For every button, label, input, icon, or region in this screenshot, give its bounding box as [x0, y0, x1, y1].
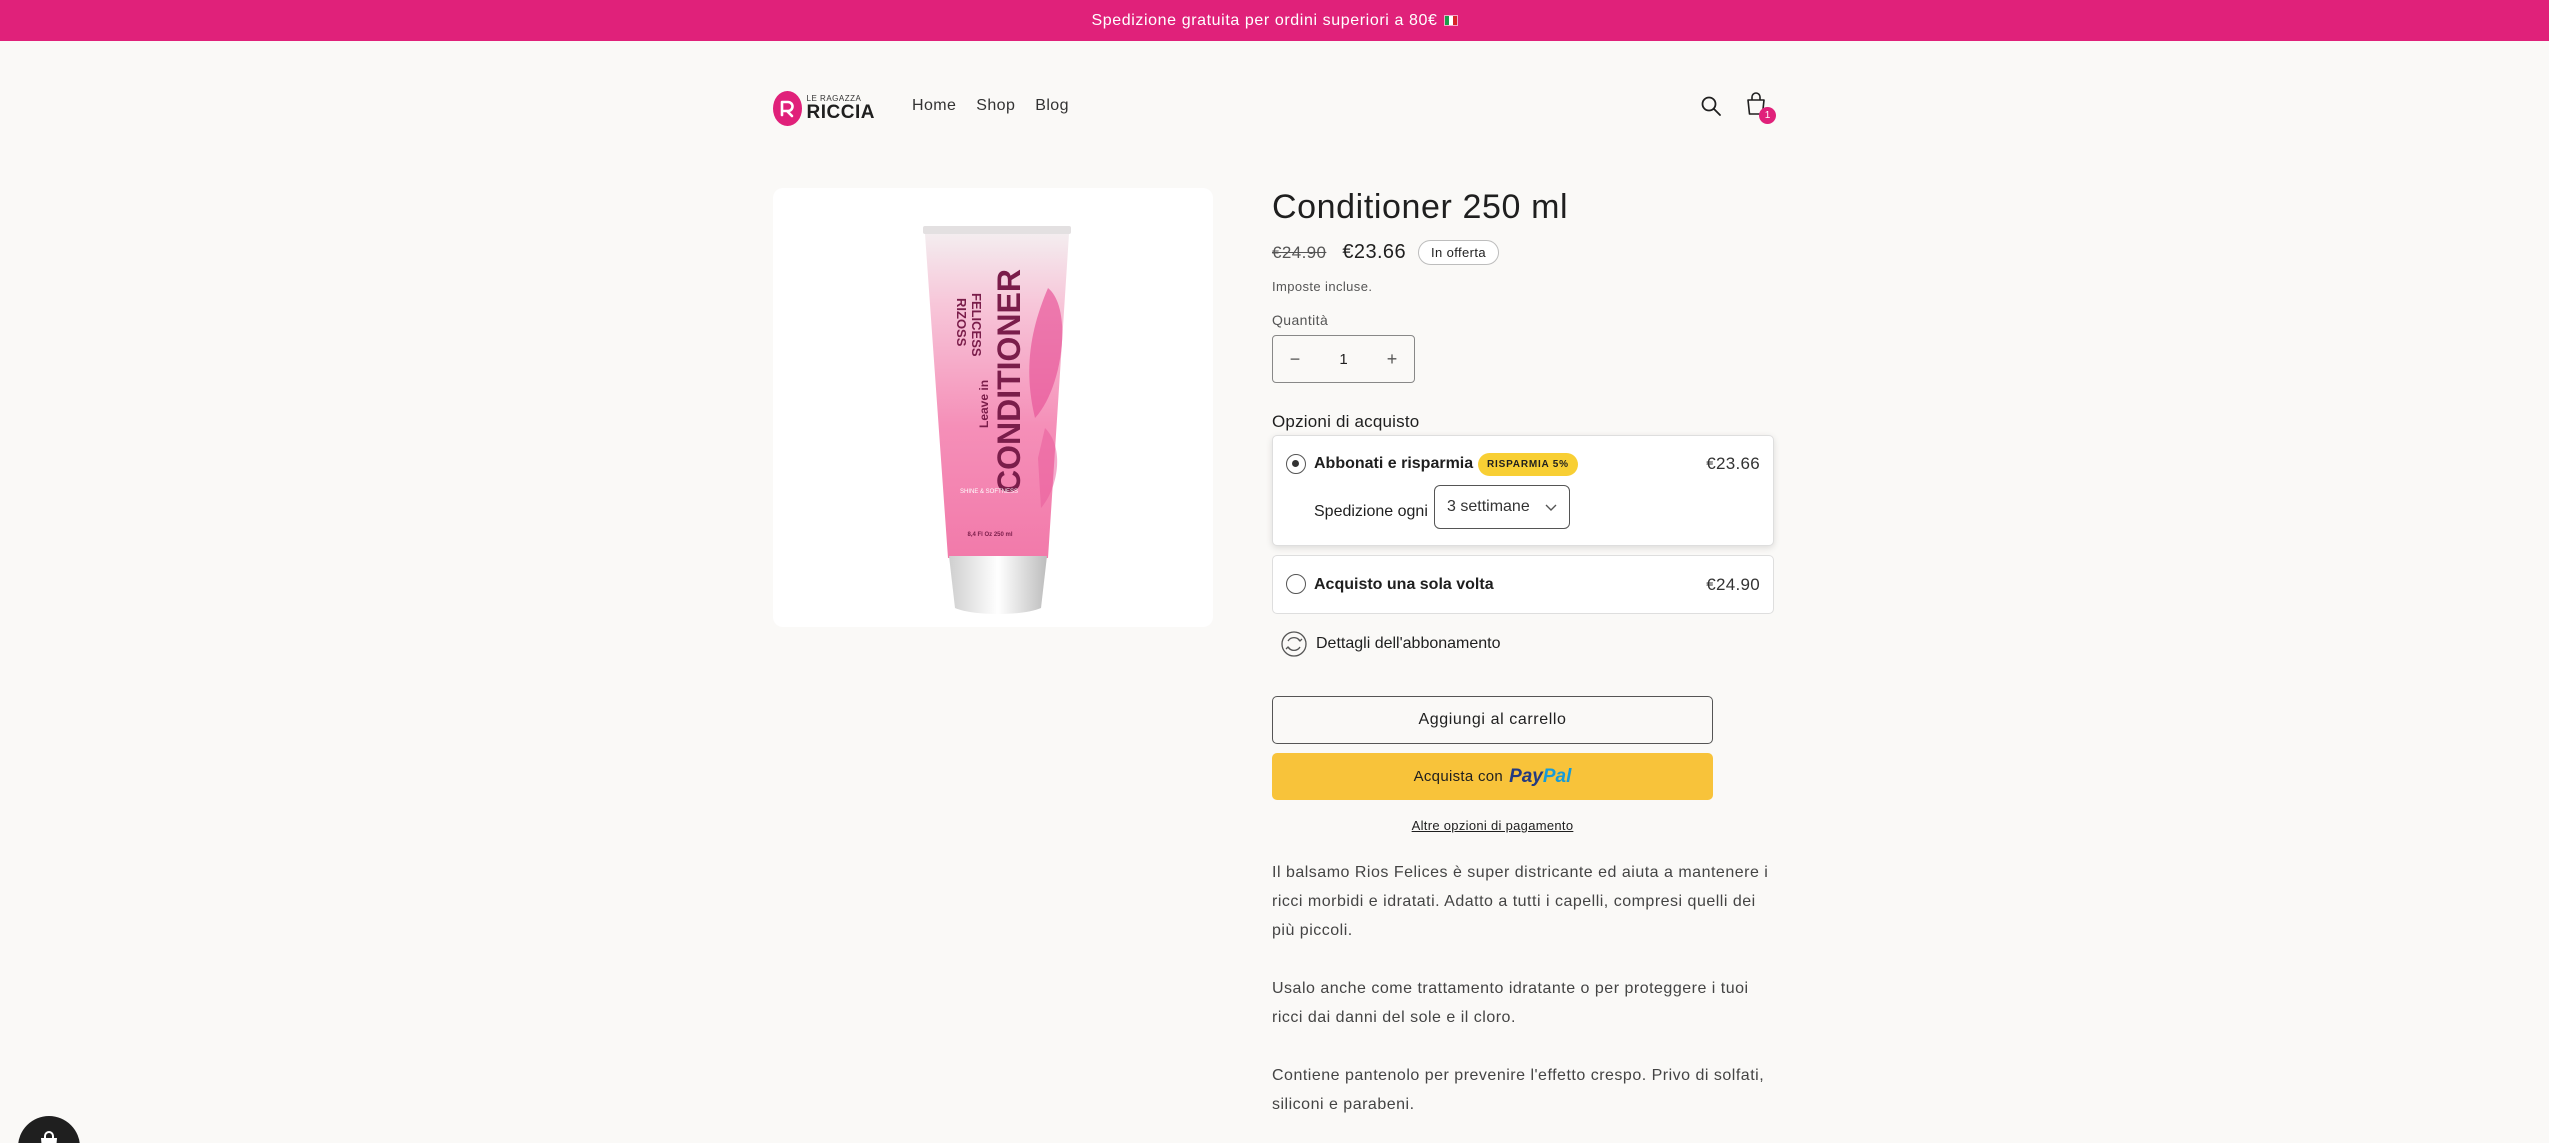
purchase-options-label: Opzioni di acquisto — [1272, 412, 1420, 431]
price-row: €24.90 €23.66 In offerta — [1272, 240, 1500, 265]
frequency-select[interactable]: 3 settimane — [1434, 485, 1570, 529]
product-title: Conditioner 250 ml — [1272, 188, 1569, 226]
subscription-title: Abbonati e risparmia — [1314, 455, 1474, 472]
nav-shop[interactable]: Shop — [976, 97, 1015, 115]
subscription-details-text: Dettagli dell'abbonamento — [1316, 635, 1501, 652]
image-product-line1: Leave in — [977, 380, 991, 428]
subscription-details-link[interactable]: Dettagli dell'abbonamento — [1280, 630, 1501, 658]
description-paragraph-3: Contiene pantenolo per prevenire l'effet… — [1272, 1067, 1765, 1113]
price-regular: €24.90 — [1272, 242, 1327, 262]
product-image[interactable]: RIZOSS FELICESS Leave in CONDITIONER SHI… — [773, 188, 1213, 627]
cart-icon[interactable]: 1 — [1741, 89, 1776, 124]
announcement-text: Spedizione gratuita per ordini superiori… — [1091, 11, 1438, 29]
subscription-radio[interactable] — [1286, 454, 1306, 474]
announcement-bar: Spedizione gratuita per ordini superiori… — [0, 0, 2549, 41]
shop-bag-bubble[interactable] — [18, 1116, 80, 1143]
quantity-label: Quantità — [1272, 312, 1329, 328]
paypal-logo-pal: Pal — [1542, 765, 1572, 787]
cart-count-badge: 1 — [1759, 107, 1776, 124]
more-payment-options-link[interactable]: Altre opzioni di pagamento — [1272, 818, 1713, 833]
shopping-bag-icon — [41, 1131, 57, 1143]
save-badge: RISPARMIA 5% — [1478, 453, 1578, 476]
price-sale: €23.66 — [1342, 241, 1406, 263]
nav-home[interactable]: Home — [912, 97, 956, 115]
frequency-label: Spedizione ogni — [1314, 503, 1428, 520]
nav-blog[interactable]: Blog — [1035, 97, 1069, 115]
main-nav: Home Shop Blog — [912, 97, 1069, 115]
quantity-input[interactable]: 1 — [1339, 351, 1347, 368]
conditioner-tube-image: RIZOSS FELICESS Leave in CONDITIONER SHI… — [923, 226, 1071, 614]
add-to-cart-button[interactable]: Aggiungi al carrello — [1272, 696, 1713, 744]
image-volume: 8,4 Fl Oz 250 ml — [967, 532, 1012, 538]
italy-flag-icon — [1443, 15, 1458, 26]
frequency-value: 3 settimane — [1447, 498, 1530, 515]
subscription-icon — [1281, 631, 1307, 657]
image-product-line2: CONDITIONER — [991, 269, 1027, 493]
quantity-increase-button[interactable]: + — [1370, 349, 1414, 370]
logo-big-text: RICCIA — [806, 101, 875, 123]
description-paragraph-1: Il balsamo Rios Felices è super districa… — [1272, 864, 1769, 939]
image-tag: SHINE & SOFTNESS — [960, 489, 1018, 495]
chevron-down-icon — [1545, 504, 1557, 511]
quantity-stepper: − 1 + — [1272, 335, 1415, 383]
subscription-option[interactable]: Abbonati e risparmia RISPARMIA 5% €23.66… — [1272, 435, 1774, 546]
tax-note: Imposte incluse. — [1272, 279, 1373, 294]
paypal-logo-pay: Pay — [1509, 765, 1543, 787]
sale-badge: In offerta — [1417, 240, 1500, 265]
site-header: LE RAGAZZA RICCIA Home Shop Blog 1 — [0, 41, 2549, 171]
paypal-button[interactable]: Acquista con PayPal — [1272, 753, 1713, 800]
one-time-title: Acquisto una sola volta — [1314, 576, 1494, 593]
paypal-logo: PayPal — [1509, 766, 1571, 788]
image-brand-line2: FELICESS — [969, 293, 984, 357]
subscription-price: €23.66 — [1706, 454, 1760, 473]
one-time-price: €24.90 — [1706, 575, 1760, 594]
quantity-decrease-button[interactable]: − — [1273, 349, 1317, 370]
logo-mark-icon — [773, 90, 802, 126]
one-time-radio[interactable] — [1286, 574, 1306, 594]
paypal-prefix: Acquista con — [1413, 768, 1504, 785]
description-paragraph-2: Usalo anche come trattamento idratante o… — [1272, 980, 1749, 1026]
one-time-option[interactable]: Acquisto una sola volta €24.90 — [1272, 555, 1774, 614]
logo[interactable]: LE RAGAZZA RICCIA — [773, 89, 875, 127]
search-icon[interactable] — [1696, 91, 1726, 121]
image-brand-line1: RIZOSS — [954, 298, 969, 347]
